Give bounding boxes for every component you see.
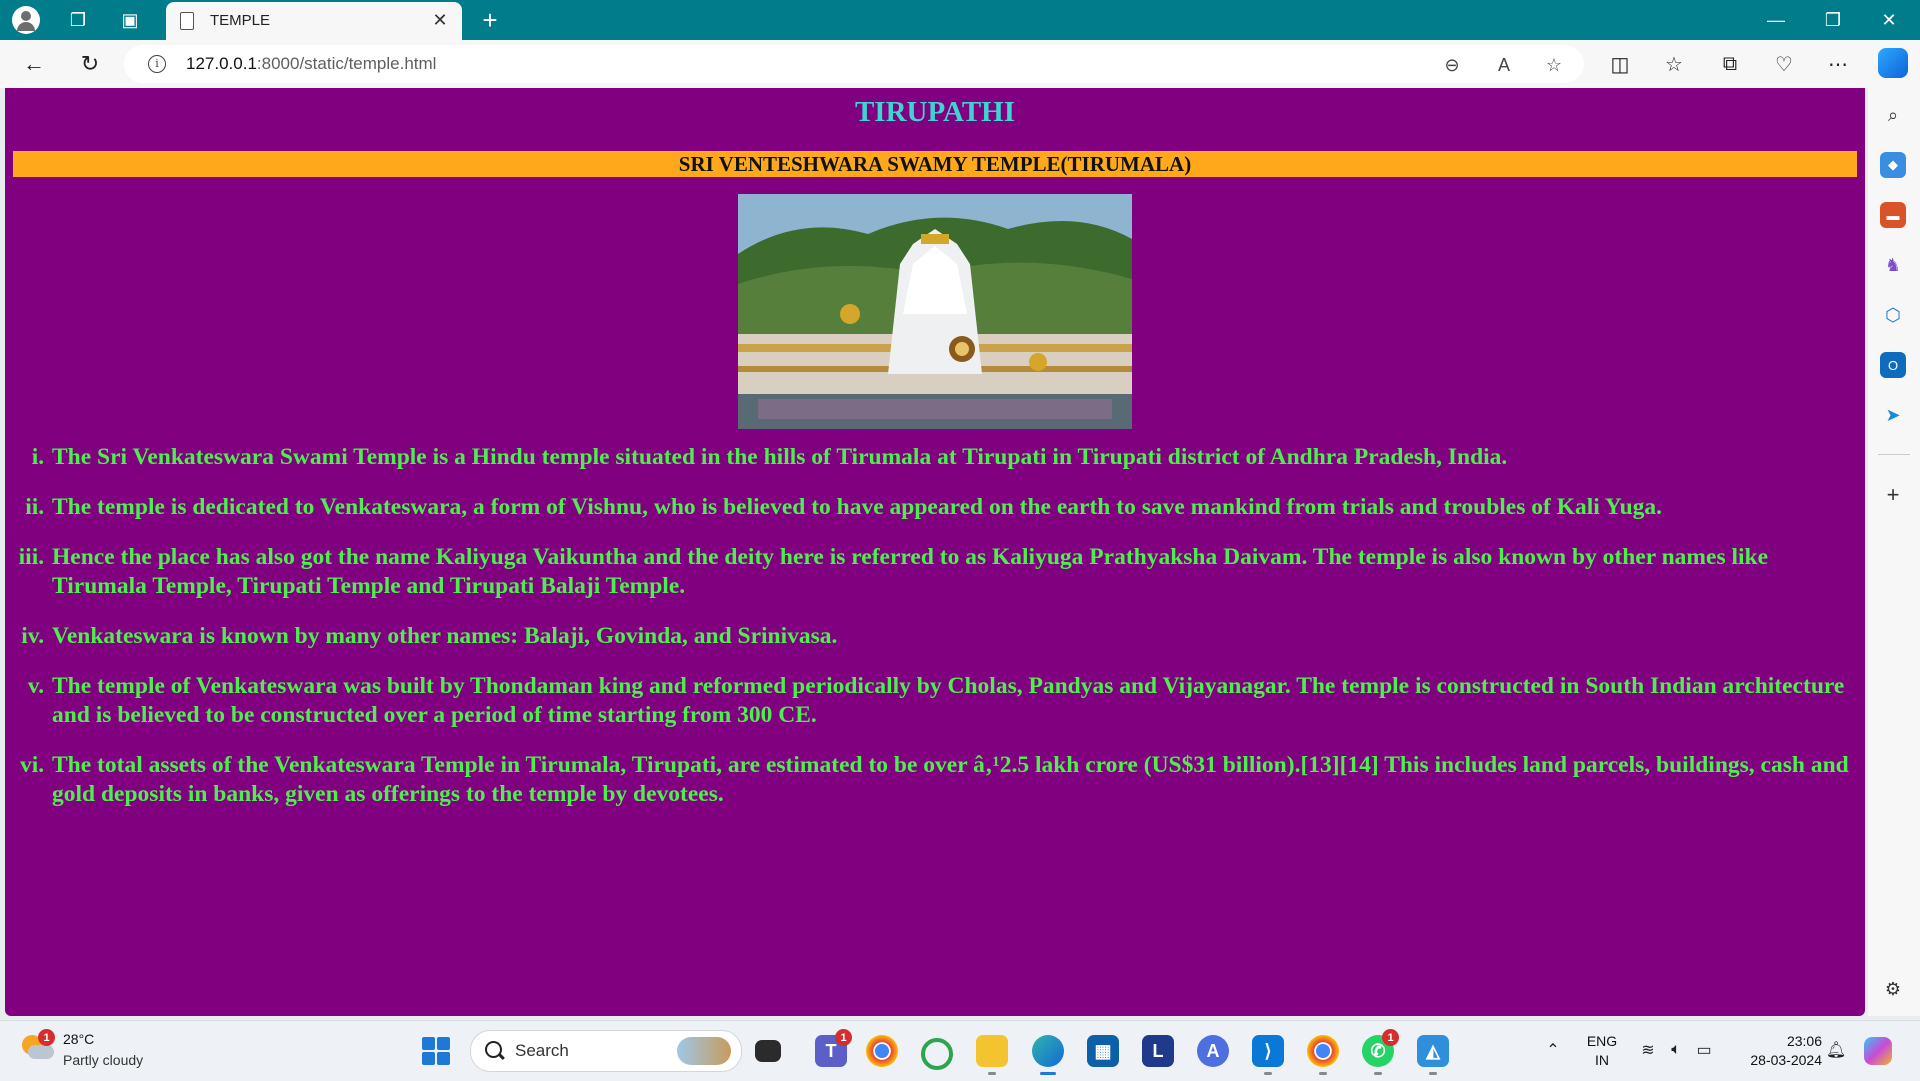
profile-icon[interactable]	[12, 6, 40, 34]
list-item: The temple of Venkateswara was built by …	[50, 672, 1858, 730]
store-icon[interactable]: ▦	[1087, 1035, 1119, 1067]
photos-icon[interactable]: ◭	[1417, 1035, 1449, 1067]
active-indicator	[1264, 1072, 1272, 1075]
start-button[interactable]	[422, 1037, 450, 1065]
copilot-icon[interactable]	[1878, 48, 1908, 78]
favorite-star-icon[interactable]: ☆	[1540, 51, 1568, 79]
favorites-icon[interactable]: ☆	[1658, 48, 1690, 80]
temple-photo	[738, 194, 1132, 429]
close-tab-icon[interactable]: ✕	[428, 8, 452, 32]
whatsapp-badge: 1	[1382, 1029, 1399, 1046]
language-region[interactable]: IN	[1584, 1052, 1620, 1068]
windows-taskbar: 1 28°C Partly cloudy Search T 1 ▦ L A ⟩ …	[0, 1020, 1920, 1081]
list-item: The temple is dedicated to Venkateswara,…	[50, 493, 1858, 522]
language-code[interactable]: ENG	[1584, 1033, 1620, 1049]
active-indicator	[1319, 1072, 1327, 1075]
minimize-button[interactable]: —	[1753, 4, 1799, 36]
tab-temple[interactable]: TEMPLE ✕	[166, 2, 462, 40]
battery-icon[interactable]: ▭	[1693, 1039, 1715, 1061]
chevron-up-icon[interactable]: ⌃	[1542, 1039, 1564, 1061]
page-title: TIRUPATHI	[854, 96, 1016, 128]
sidebar-divider	[1878, 454, 1910, 455]
restore-button[interactable]: ❐	[1810, 4, 1856, 36]
edge-sidebar: ⌕ ◆ ▬ ♞ ⬡ O ➤ + ⚙	[1868, 88, 1920, 1016]
list-item: Hence the place has also got the name Ka…	[50, 543, 1858, 601]
arc-app-icon[interactable]: A	[1197, 1035, 1229, 1067]
teams-icon[interactable]: T 1	[815, 1029, 852, 1067]
split-screen-icon[interactable]: ◫	[1604, 48, 1636, 80]
list-item: The total assets of the Venkateswara Tem…	[50, 751, 1858, 809]
vscode-icon[interactable]: ⟩	[1252, 1035, 1284, 1067]
temple-photo-graphic	[738, 194, 1132, 429]
weather-temperature[interactable]: 28°C	[63, 1031, 94, 1047]
list-item: The Sri Venkateswara Swami Temple is a H…	[50, 443, 1858, 472]
weather-description[interactable]: Partly cloudy	[63, 1052, 143, 1068]
search-label: Search	[515, 1041, 569, 1060]
address-bar: ← ↻ i 127.0.0.1:8000/static/temple.html …	[0, 40, 1920, 88]
whatsapp-icon[interactable]: ✆ 1	[1362, 1029, 1399, 1067]
tools-icon[interactable]: ▬	[1880, 202, 1906, 228]
site-info-icon[interactable]: i	[148, 55, 166, 73]
search-highlight-image	[677, 1037, 731, 1065]
notification-bell-icon[interactable]: 🔔︎	[1825, 1039, 1847, 1061]
zoom-out-icon[interactable]: ⊖	[1438, 51, 1466, 79]
copilot-taskbar-icon[interactable]	[1864, 1037, 1892, 1065]
workspaces-icon[interactable]: ❐	[64, 6, 92, 34]
chrome-icon[interactable]	[866, 1035, 898, 1067]
weather-badge: 1	[38, 1029, 55, 1046]
vertical-tabs-icon[interactable]: ▣	[116, 6, 144, 34]
outlook-icon[interactable]: O	[1880, 352, 1906, 378]
url-path: :8000/static/temple.html	[256, 54, 437, 73]
edge-icon[interactable]	[1032, 1035, 1064, 1067]
close-window-button[interactable]: ✕	[1866, 4, 1912, 36]
drop-icon[interactable]: ➤	[1880, 402, 1906, 428]
search-icon	[485, 1041, 502, 1058]
search-icon[interactable]: ⌕	[1880, 102, 1906, 128]
weather-icon[interactable]: 1	[22, 1029, 55, 1061]
l-app-icon[interactable]: L	[1142, 1035, 1174, 1067]
browser-title-bar: ❐ ▣ TEMPLE ✕ + — ❐ ✕	[0, 0, 1920, 40]
page-icon	[180, 12, 194, 30]
page-content: TIRUPATHI SRI VENTESHWARA SWAMY TEMPLE(T…	[5, 88, 1865, 1016]
clock-time[interactable]: 23:06	[1732, 1033, 1822, 1049]
url-host: 127.0.0.1	[186, 54, 257, 73]
list-item: Venkateswara is known by many other name…	[50, 622, 1858, 651]
teams-badge: 1	[835, 1029, 852, 1046]
url-text: 127.0.0.1:8000/static/temple.html	[186, 54, 436, 74]
active-indicator	[1429, 1072, 1437, 1075]
shopping-icon[interactable]: ◆	[1880, 152, 1906, 178]
back-button[interactable]: ←	[18, 48, 50, 80]
active-indicator	[988, 1072, 996, 1075]
cloud-icon	[28, 1045, 54, 1059]
temple-facts-list: The Sri Venkateswara Swami Temple is a H…	[50, 443, 1858, 830]
refresh-button[interactable]: ↻	[74, 48, 106, 80]
more-menu-icon[interactable]: ⋯	[1822, 48, 1854, 80]
temple-banner: SRI VENTESHWARA SWAMY TEMPLE(TIRUMALA)	[13, 151, 1857, 177]
add-icon[interactable]: +	[1880, 482, 1906, 508]
url-field[interactable]: i 127.0.0.1:8000/static/temple.html ⊖ A …	[124, 45, 1584, 83]
clock-date[interactable]: 28-03-2024	[1732, 1052, 1822, 1068]
file-explorer-icon[interactable]	[976, 1035, 1008, 1067]
task-view-icon[interactable]	[755, 1040, 781, 1062]
active-indicator	[1374, 1072, 1382, 1075]
new-tab-button[interactable]: +	[476, 5, 504, 35]
taskbar-search[interactable]: Search	[470, 1030, 742, 1072]
games-icon[interactable]: ♞	[1880, 252, 1906, 278]
collections-icon[interactable]: ⧉	[1714, 48, 1746, 80]
microsoft365-icon[interactable]: ⬡	[1880, 302, 1906, 328]
active-indicator-edge	[1040, 1072, 1056, 1075]
refresh-app-icon[interactable]	[921, 1038, 953, 1070]
browser-essentials-icon[interactable]: ♡	[1768, 48, 1800, 80]
tab-title: TEMPLE	[210, 12, 271, 29]
wifi-icon[interactable]: ≋	[1637, 1039, 1659, 1061]
volume-icon[interactable]: 🔈︎	[1665, 1039, 1687, 1061]
read-aloud-icon[interactable]: A	[1490, 51, 1518, 79]
settings-gear-icon[interactable]: ⚙	[1880, 976, 1906, 1002]
chrome-profile-icon[interactable]	[1307, 1035, 1339, 1067]
